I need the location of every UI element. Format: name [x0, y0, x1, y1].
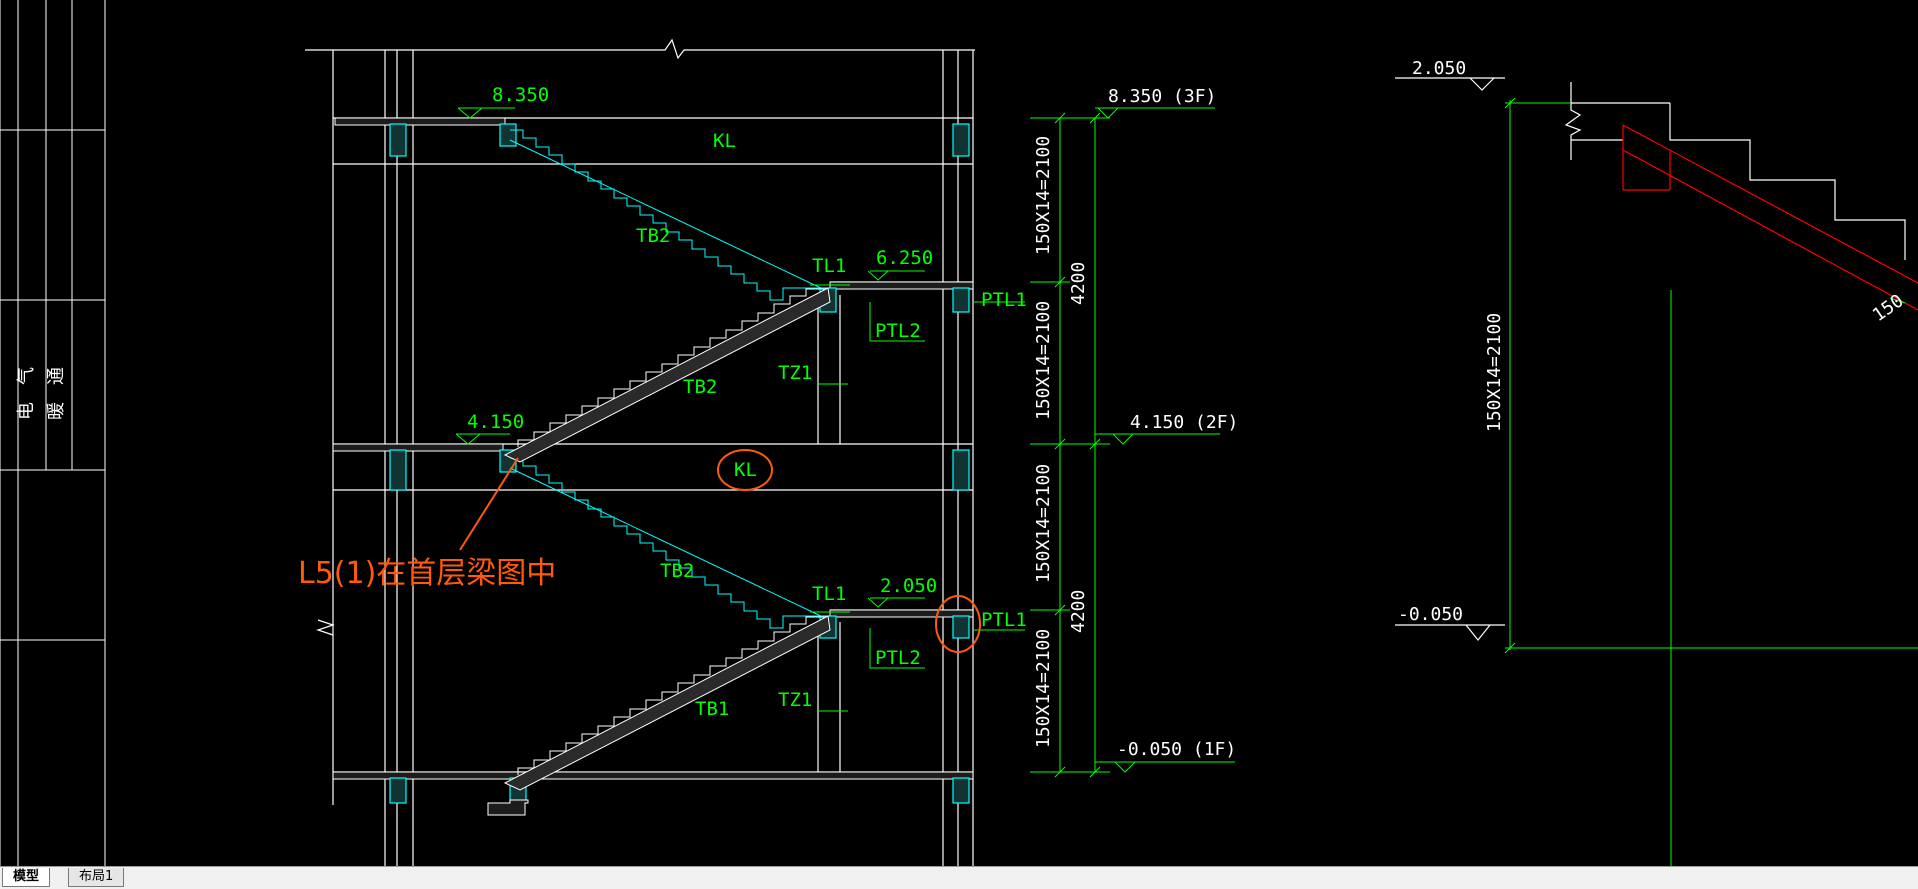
detail-elev-top-label: 2.050 [1412, 58, 1466, 79]
dimension-chain [1030, 107, 1235, 778]
detail-labels: 2.050 -0.050 150X14=2100 150 [1398, 58, 1908, 625]
tb1-label: TB1 [695, 698, 729, 720]
tab-layout1[interactable]: 布局1 [68, 868, 125, 887]
tb2-upper-label: TB2 [636, 225, 670, 247]
layout-tab-bar: 模型 布局1 [0, 866, 1918, 889]
elev-low-landing-label: 2.050 [880, 575, 937, 597]
tl1-lower-label: TL1 [812, 583, 846, 605]
tz1-upper-label: TZ1 [778, 362, 812, 384]
storey-dim-upper: 4200 [1068, 262, 1089, 305]
flight-dim-4: 150X14=2100 [1033, 629, 1054, 748]
dimension-labels: 8.350 (3F) 4.150 (2F) -0.050 (1F) 150X14… [1033, 86, 1238, 760]
title-block [0, 0, 106, 866]
elev-mid-landing-label: 6.250 [876, 247, 933, 269]
elev-2f-label: 4.150 [467, 411, 524, 433]
detail-flight-label: 150X14=2100 [1484, 313, 1505, 432]
leader-lines [455, 107, 1025, 712]
side-label-ventilation: 通 [46, 367, 67, 385]
footing [487, 799, 529, 816]
beam-kl-circled-label: KL [734, 459, 757, 481]
review-markup [459, 449, 981, 653]
drawing-canvas[interactable]: 电 气 暖 通 8.350 KL TB2 TL1 6.250 PTL1 PTL2… [0, 0, 1918, 866]
ptl1-lower-label: PTL1 [981, 609, 1027, 631]
detail-thickness-label: 150 [1869, 290, 1908, 326]
tz1-lower-label: TZ1 [778, 689, 812, 711]
level-1f-label: -0.050 (1F) [1117, 739, 1236, 760]
storey-dim-lower: 4200 [1068, 590, 1089, 633]
detail-slab [1622, 124, 1918, 311]
tb2-upper-rise-label: TB2 [683, 376, 717, 398]
flight-dim-3: 150X14=2100 [1033, 464, 1054, 583]
tab-model[interactable]: 模型 [2, 868, 51, 887]
beam-note: L5(1)在首层梁图中 [298, 556, 556, 591]
ptl2-lower-label: PTL2 [875, 647, 921, 669]
tb2-lower-label: TB2 [660, 560, 694, 582]
ptl2-upper-label: PTL2 [875, 320, 921, 342]
flight-dim-2: 150X14=2100 [1033, 301, 1054, 420]
side-label-electric: 电 [16, 402, 37, 420]
elev-top-label: 8.350 [492, 84, 549, 106]
detail-guides [1504, 97, 1918, 866]
flight-dim-1: 150X14=2100 [1033, 136, 1054, 255]
level-2f-label: 4.150 (2F) [1130, 412, 1238, 433]
level-3f-label: 8.350 (3F) [1108, 86, 1216, 107]
side-label-gas: 气 [16, 367, 37, 385]
ptl1-upper-label: PTL1 [981, 289, 1027, 311]
detail-outline [1395, 77, 1906, 641]
tl1-upper-label: TL1 [812, 255, 846, 277]
detail-elev-bottom-label: -0.050 [1398, 604, 1463, 625]
side-panel-labels: 电 气 暖 通 [16, 367, 67, 420]
beam-kl-top-label: KL [713, 130, 736, 152]
side-label-heating: 暖 [46, 402, 67, 420]
